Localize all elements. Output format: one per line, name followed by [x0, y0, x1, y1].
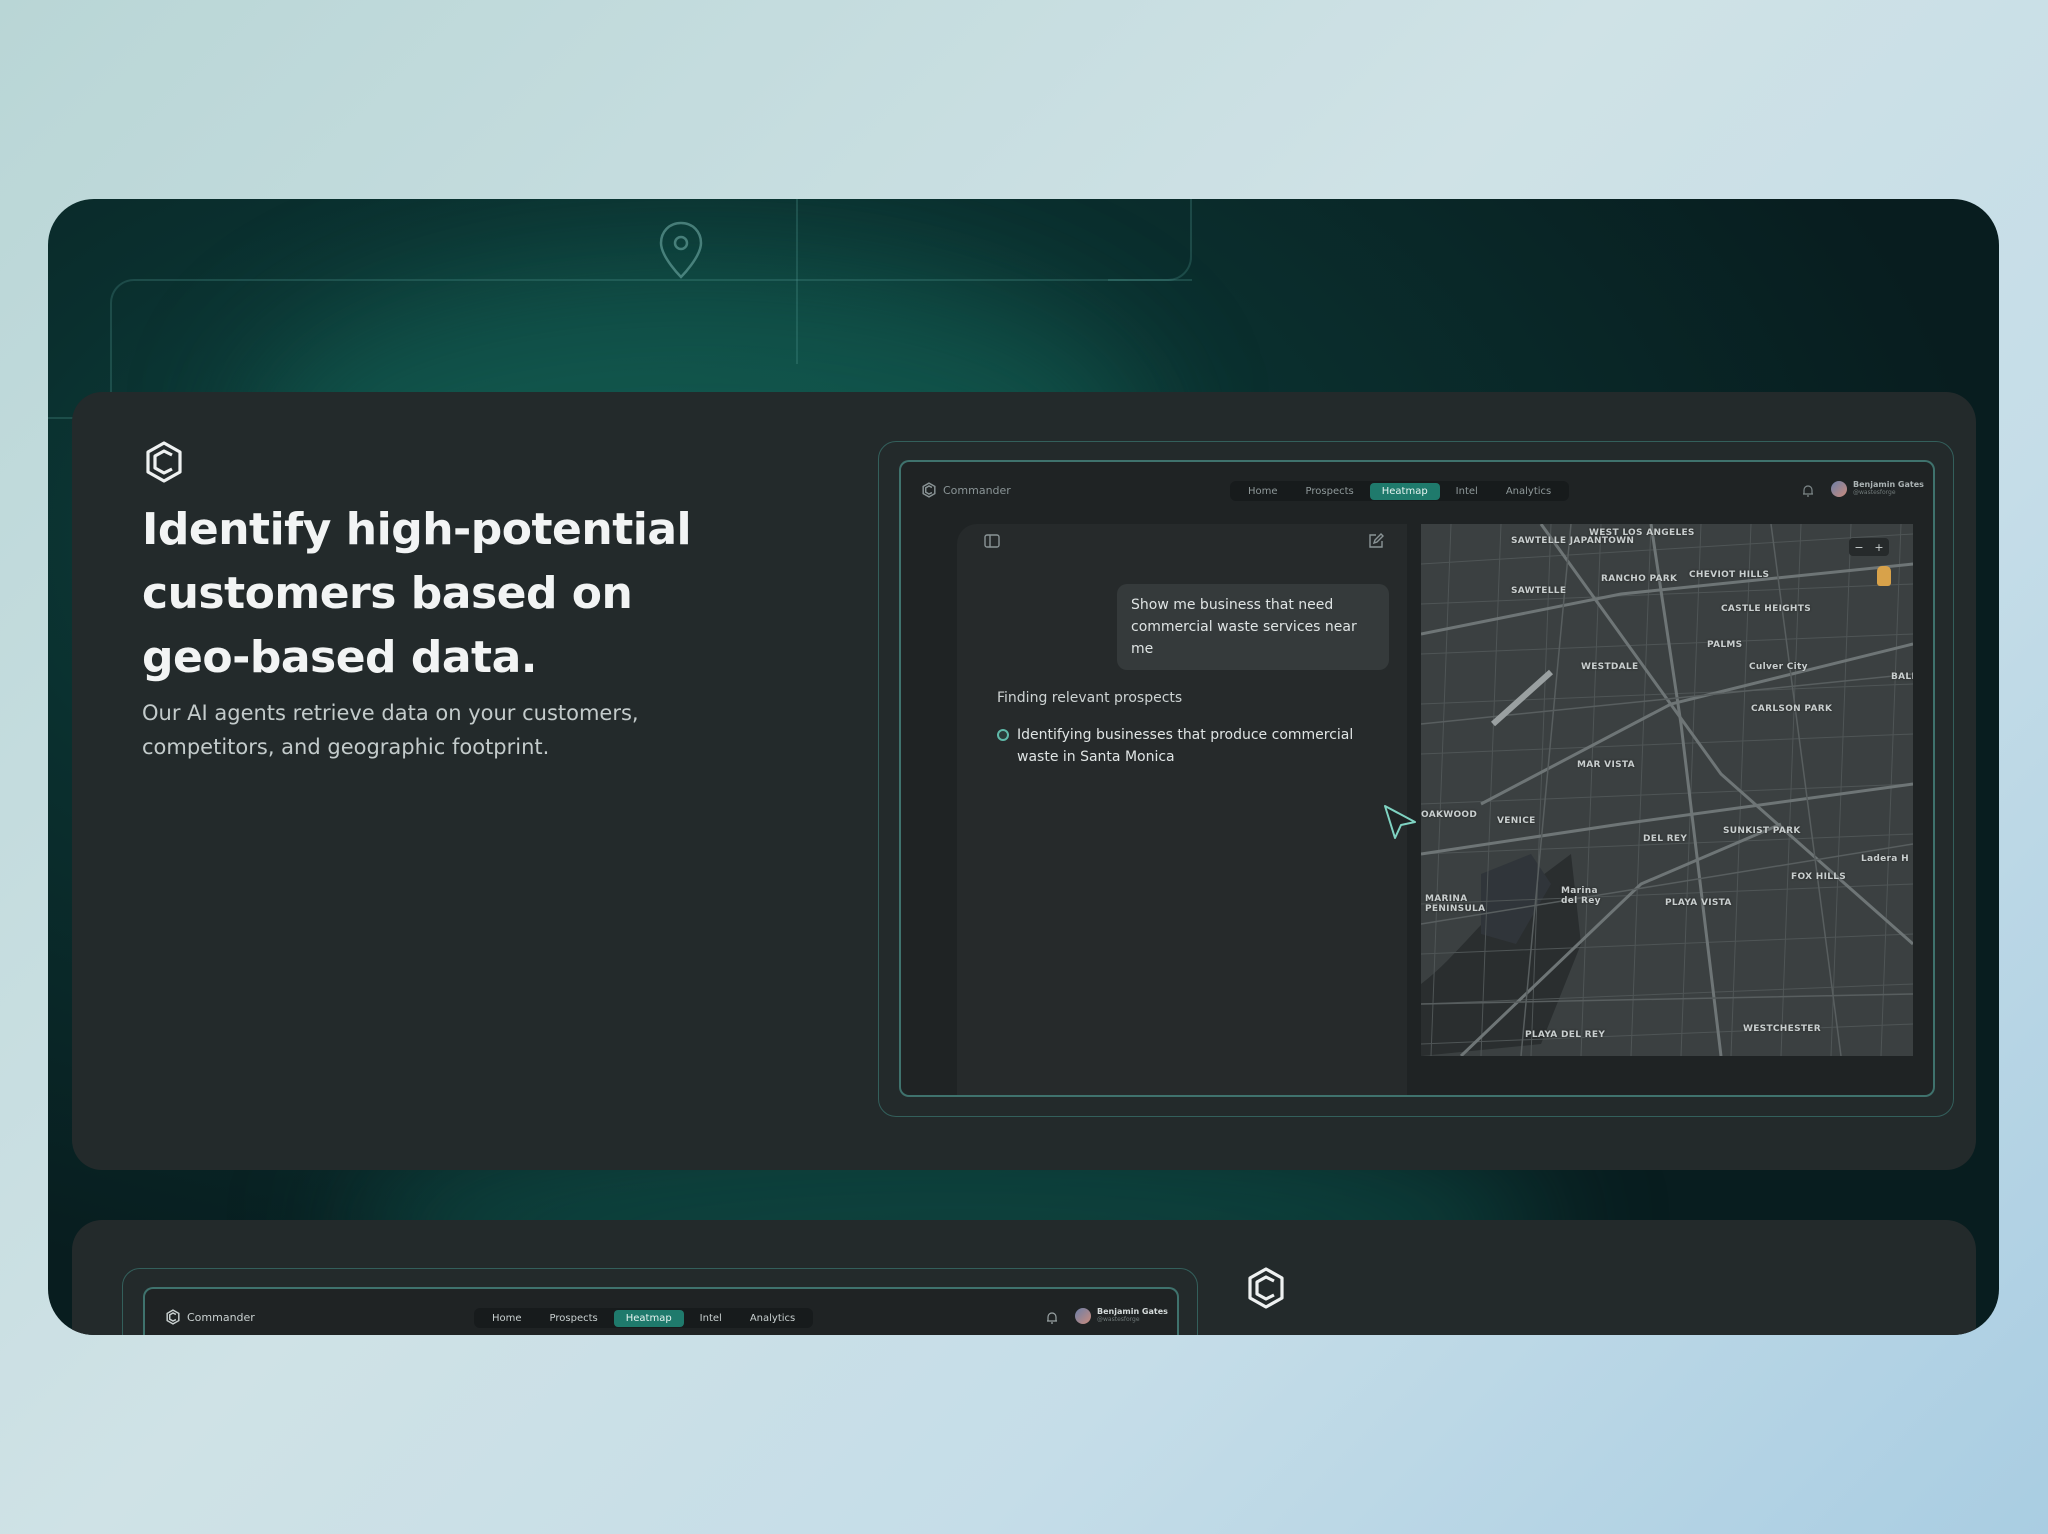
map-label: CHEVIOT HILLS	[1689, 570, 1770, 580]
status-item: Identifying businesses that produce comm…	[997, 724, 1357, 768]
bell-icon[interactable]	[1045, 1311, 1059, 1325]
map-label: PALMS	[1707, 640, 1743, 650]
brand-name: Commander	[187, 1310, 255, 1324]
progress-dot-icon	[997, 729, 1009, 741]
map-label: SUNKIST PARK	[1723, 826, 1801, 836]
user-name: Benjamin Gates	[1097, 1307, 1168, 1316]
map-label: Marina del Rey	[1561, 886, 1601, 906]
app-window-secondary: Commander Home Prospects Heatmap Intel A…	[143, 1287, 1179, 1335]
commander-logo-icon	[146, 441, 182, 483]
status-title: Finding relevant prospects	[997, 690, 1183, 706]
tab-analytics[interactable]: Analytics	[1494, 483, 1563, 500]
hero-stage: Identify high-potential customers based …	[48, 199, 1999, 1335]
map-label: VENICE	[1497, 816, 1536, 826]
map-label: MAR VISTA	[1577, 760, 1635, 770]
location-pin-icon	[659, 221, 703, 279]
decor-line-vertical	[796, 199, 798, 364]
tab-prospects[interactable]: Prospects	[1294, 483, 1366, 500]
commander-logo-icon	[166, 1309, 180, 1325]
map-label: WESTDALE	[1581, 662, 1639, 672]
bell-icon[interactable]	[1801, 484, 1815, 498]
brand-name: Commander	[943, 483, 1011, 497]
map-label: WEST LOS ANGELES	[1589, 528, 1695, 538]
map-label: DEL REY	[1643, 834, 1688, 844]
map-streets	[1421, 524, 1913, 1056]
app-window: Commander Home Prospects Heatmap Intel A…	[899, 460, 1935, 1097]
app-brand[interactable]: Commander	[921, 482, 1011, 498]
map-label: PLAYA VISTA	[1665, 898, 1732, 908]
app-preview-frame-secondary: Commander Home Prospects Heatmap Intel A…	[122, 1268, 1198, 1335]
subtext: Our AI agents retrieve data on your cust…	[142, 701, 639, 759]
map-label: CASTLE HEIGHTS	[1721, 604, 1811, 614]
map-label: WESTCHESTER	[1743, 1024, 1821, 1034]
map-label: PLAYA DEL REY	[1525, 1030, 1606, 1040]
chat-panel: Show me business that need commercial wa…	[957, 524, 1407, 1095]
main-nav: Home Prospects Heatmap Intel Analytics	[474, 1308, 814, 1328]
tab-analytics[interactable]: Analytics	[738, 1310, 807, 1327]
commander-logo-icon	[1248, 1267, 1284, 1309]
user-message: Show me business that need commercial wa…	[1117, 584, 1389, 670]
decor-line-right	[1108, 199, 1192, 281]
sidebar-toggle-icon[interactable]	[983, 532, 1001, 550]
avatar	[1075, 1307, 1091, 1324]
map-label: CARLSON PARK	[1751, 704, 1833, 714]
map-label: RANCHO PARK	[1601, 574, 1678, 584]
feature-card-secondary: Commander Home Prospects Heatmap Intel A…	[72, 1220, 1976, 1335]
zoom-out-button[interactable]: −	[1854, 541, 1863, 554]
map-label: MARINA PENINSULA	[1425, 894, 1486, 914]
tab-prospects[interactable]: Prospects	[538, 1310, 610, 1327]
feature-card: Identify high-potential customers based …	[72, 392, 1976, 1170]
avatar	[1831, 480, 1847, 497]
zoom-in-button[interactable]: +	[1874, 541, 1883, 554]
tab-heatmap[interactable]: Heatmap	[613, 1309, 684, 1327]
status-item-text: Identifying businesses that produce comm…	[1017, 727, 1354, 765]
map-label: Culver City	[1749, 662, 1808, 672]
app-brand[interactable]: Commander	[165, 1309, 255, 1325]
commander-logo-icon	[922, 482, 936, 498]
zoom-controls: − +	[1849, 538, 1889, 556]
user-handle: @wastesforge	[1853, 489, 1896, 496]
tab-intel[interactable]: Intel	[1444, 483, 1490, 500]
tab-heatmap[interactable]: Heatmap	[1369, 482, 1440, 500]
map-label: Ladera H	[1861, 854, 1909, 864]
user-menu[interactable]: Benjamin Gates @wastesforge	[1075, 1307, 1168, 1324]
decor-line-top	[110, 279, 1192, 349]
app-topbar: Commander Home Prospects Heatmap Intel A…	[901, 462, 1933, 520]
user-name: Benjamin Gates	[1853, 480, 1924, 489]
app-preview-frame: Commander Home Prospects Heatmap Intel A…	[878, 441, 1954, 1117]
map-label: SAWTELLE	[1511, 586, 1567, 596]
heatmap-map[interactable]: SAWTELLE JAPANTOWN WEST LOS ANGELES RANC…	[1421, 524, 1913, 1056]
map-label: FOX HILLS	[1791, 872, 1847, 882]
user-menu[interactable]: Benjamin Gates @wastesforge	[1831, 480, 1924, 497]
map-label: OAKWOOD	[1421, 810, 1478, 820]
headline: Identify high-potential customers based …	[142, 504, 692, 683]
new-chat-icon[interactable]	[1367, 532, 1385, 550]
user-handle: @wastesforge	[1097, 1316, 1140, 1323]
main-nav: Home Prospects Heatmap Intel Analytics	[1230, 481, 1570, 501]
tab-home[interactable]: Home	[1236, 483, 1290, 500]
cursor-arrow-icon	[1384, 805, 1416, 839]
tab-intel[interactable]: Intel	[688, 1310, 734, 1327]
map-label: BALD	[1891, 672, 1913, 682]
street-view-pegman-icon[interactable]	[1877, 566, 1891, 586]
tab-home[interactable]: Home	[480, 1310, 534, 1327]
